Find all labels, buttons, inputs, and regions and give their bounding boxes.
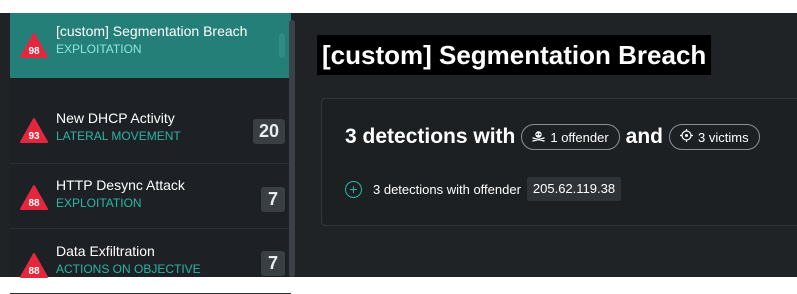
list-item-segmentation-breach[interactable]: 98 [custom] Segmentation Breach EXPLOITA… xyxy=(10,13,291,78)
detection-list: 98 [custom] Segmentation Breach EXPLOITA… xyxy=(10,13,291,294)
item-title: New DHCP Activity xyxy=(56,110,175,126)
offender-pill[interactable]: 1 offender xyxy=(521,124,620,150)
svg-text:98: 98 xyxy=(28,46,40,57)
item-title: Data Exfiltration xyxy=(56,243,155,259)
svg-text:88: 88 xyxy=(28,198,40,209)
score-badge-icon: 98 xyxy=(20,33,48,58)
item-count: 7 xyxy=(261,187,285,212)
item-count: 7 xyxy=(261,251,285,276)
item-count xyxy=(279,33,285,58)
item-category: LATERAL MOVEMENT xyxy=(56,129,181,143)
item-category: ACTIONS ON OBJECTIVE xyxy=(56,262,201,276)
item-category: EXPLOITATION xyxy=(56,42,142,56)
detection-detail-row: + 3 detections with offender 205.62.119.… xyxy=(345,176,622,202)
item-title: HTTP Desync Attack xyxy=(56,177,185,193)
item-category: EXPLOITATION xyxy=(56,196,142,210)
item-title: [custom] Segmentation Breach xyxy=(56,23,248,39)
summary-conjunction: and xyxy=(625,125,664,148)
plus-circle-icon[interactable]: + xyxy=(345,180,362,198)
offender-ip[interactable]: 205.62.119.38 xyxy=(526,177,622,201)
detail-text: 3 detections with offender xyxy=(373,181,521,197)
page-title: [custom] Segmentation Breach xyxy=(317,35,712,75)
skull-icon xyxy=(532,130,546,145)
detail-pane: [custom] Segmentation Breach 3 detection… xyxy=(297,13,797,277)
offender-pill-label: 1 offender xyxy=(550,129,609,145)
list-item-http-desync-attack[interactable]: 88 HTTP Desync Attack EXPLOITATION 7 xyxy=(10,164,291,229)
summary-line: 3 detections with 1 offender and 3 victi… xyxy=(345,122,766,152)
score-badge-icon: 93 xyxy=(20,118,48,143)
score-badge-icon: 88 xyxy=(20,253,48,278)
summary-prefix: 3 detections with xyxy=(345,125,516,148)
score-badge-icon: 88 xyxy=(20,185,48,210)
item-count: 20 xyxy=(252,119,285,144)
svg-text:88: 88 xyxy=(28,266,40,277)
sidebar-scrollbar[interactable] xyxy=(289,20,295,277)
list-item-data-exfiltration[interactable]: 88 Data Exfiltration ACTIONS ON OBJECTIV… xyxy=(10,229,291,294)
victims-pill-label: 3 victims xyxy=(698,129,749,145)
svg-text:93: 93 xyxy=(28,131,40,142)
list-item-new-dhcp-activity[interactable]: 93 New DHCP Activity LATERAL MOVEMENT 20 xyxy=(10,99,291,164)
victims-pill[interactable]: 3 victims xyxy=(669,124,760,150)
target-icon xyxy=(680,129,694,145)
detection-summary-panel: 3 detections with 1 offender and 3 victi… xyxy=(321,98,797,226)
